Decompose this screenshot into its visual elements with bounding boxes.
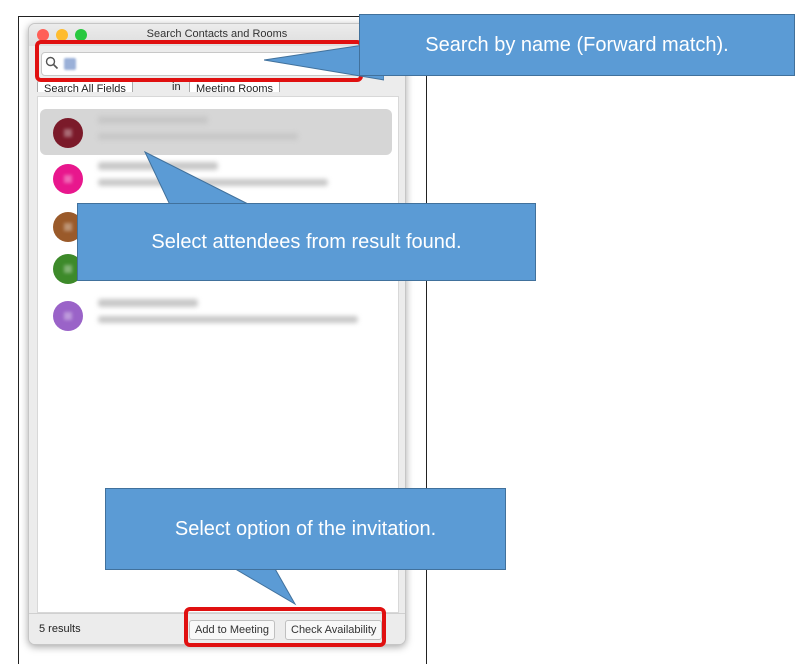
- avatar: [53, 164, 83, 194]
- result-row[interactable]: [40, 109, 392, 155]
- in-label: in: [172, 81, 181, 92]
- result-row[interactable]: [40, 292, 392, 338]
- avatar: [53, 118, 83, 148]
- select-callout: Select attendees from result found.: [77, 203, 536, 281]
- contact-name: [98, 299, 198, 307]
- contact-email: [98, 133, 298, 140]
- contact-name: [98, 116, 208, 124]
- contact-email: [98, 316, 358, 323]
- result-count: 5 results: [39, 623, 81, 635]
- search-callout: Search by name (Forward match).: [359, 14, 795, 76]
- avatar: [53, 301, 83, 331]
- option-callout: Select option of the invitation.: [105, 488, 506, 570]
- buttons-highlight: [184, 607, 386, 647]
